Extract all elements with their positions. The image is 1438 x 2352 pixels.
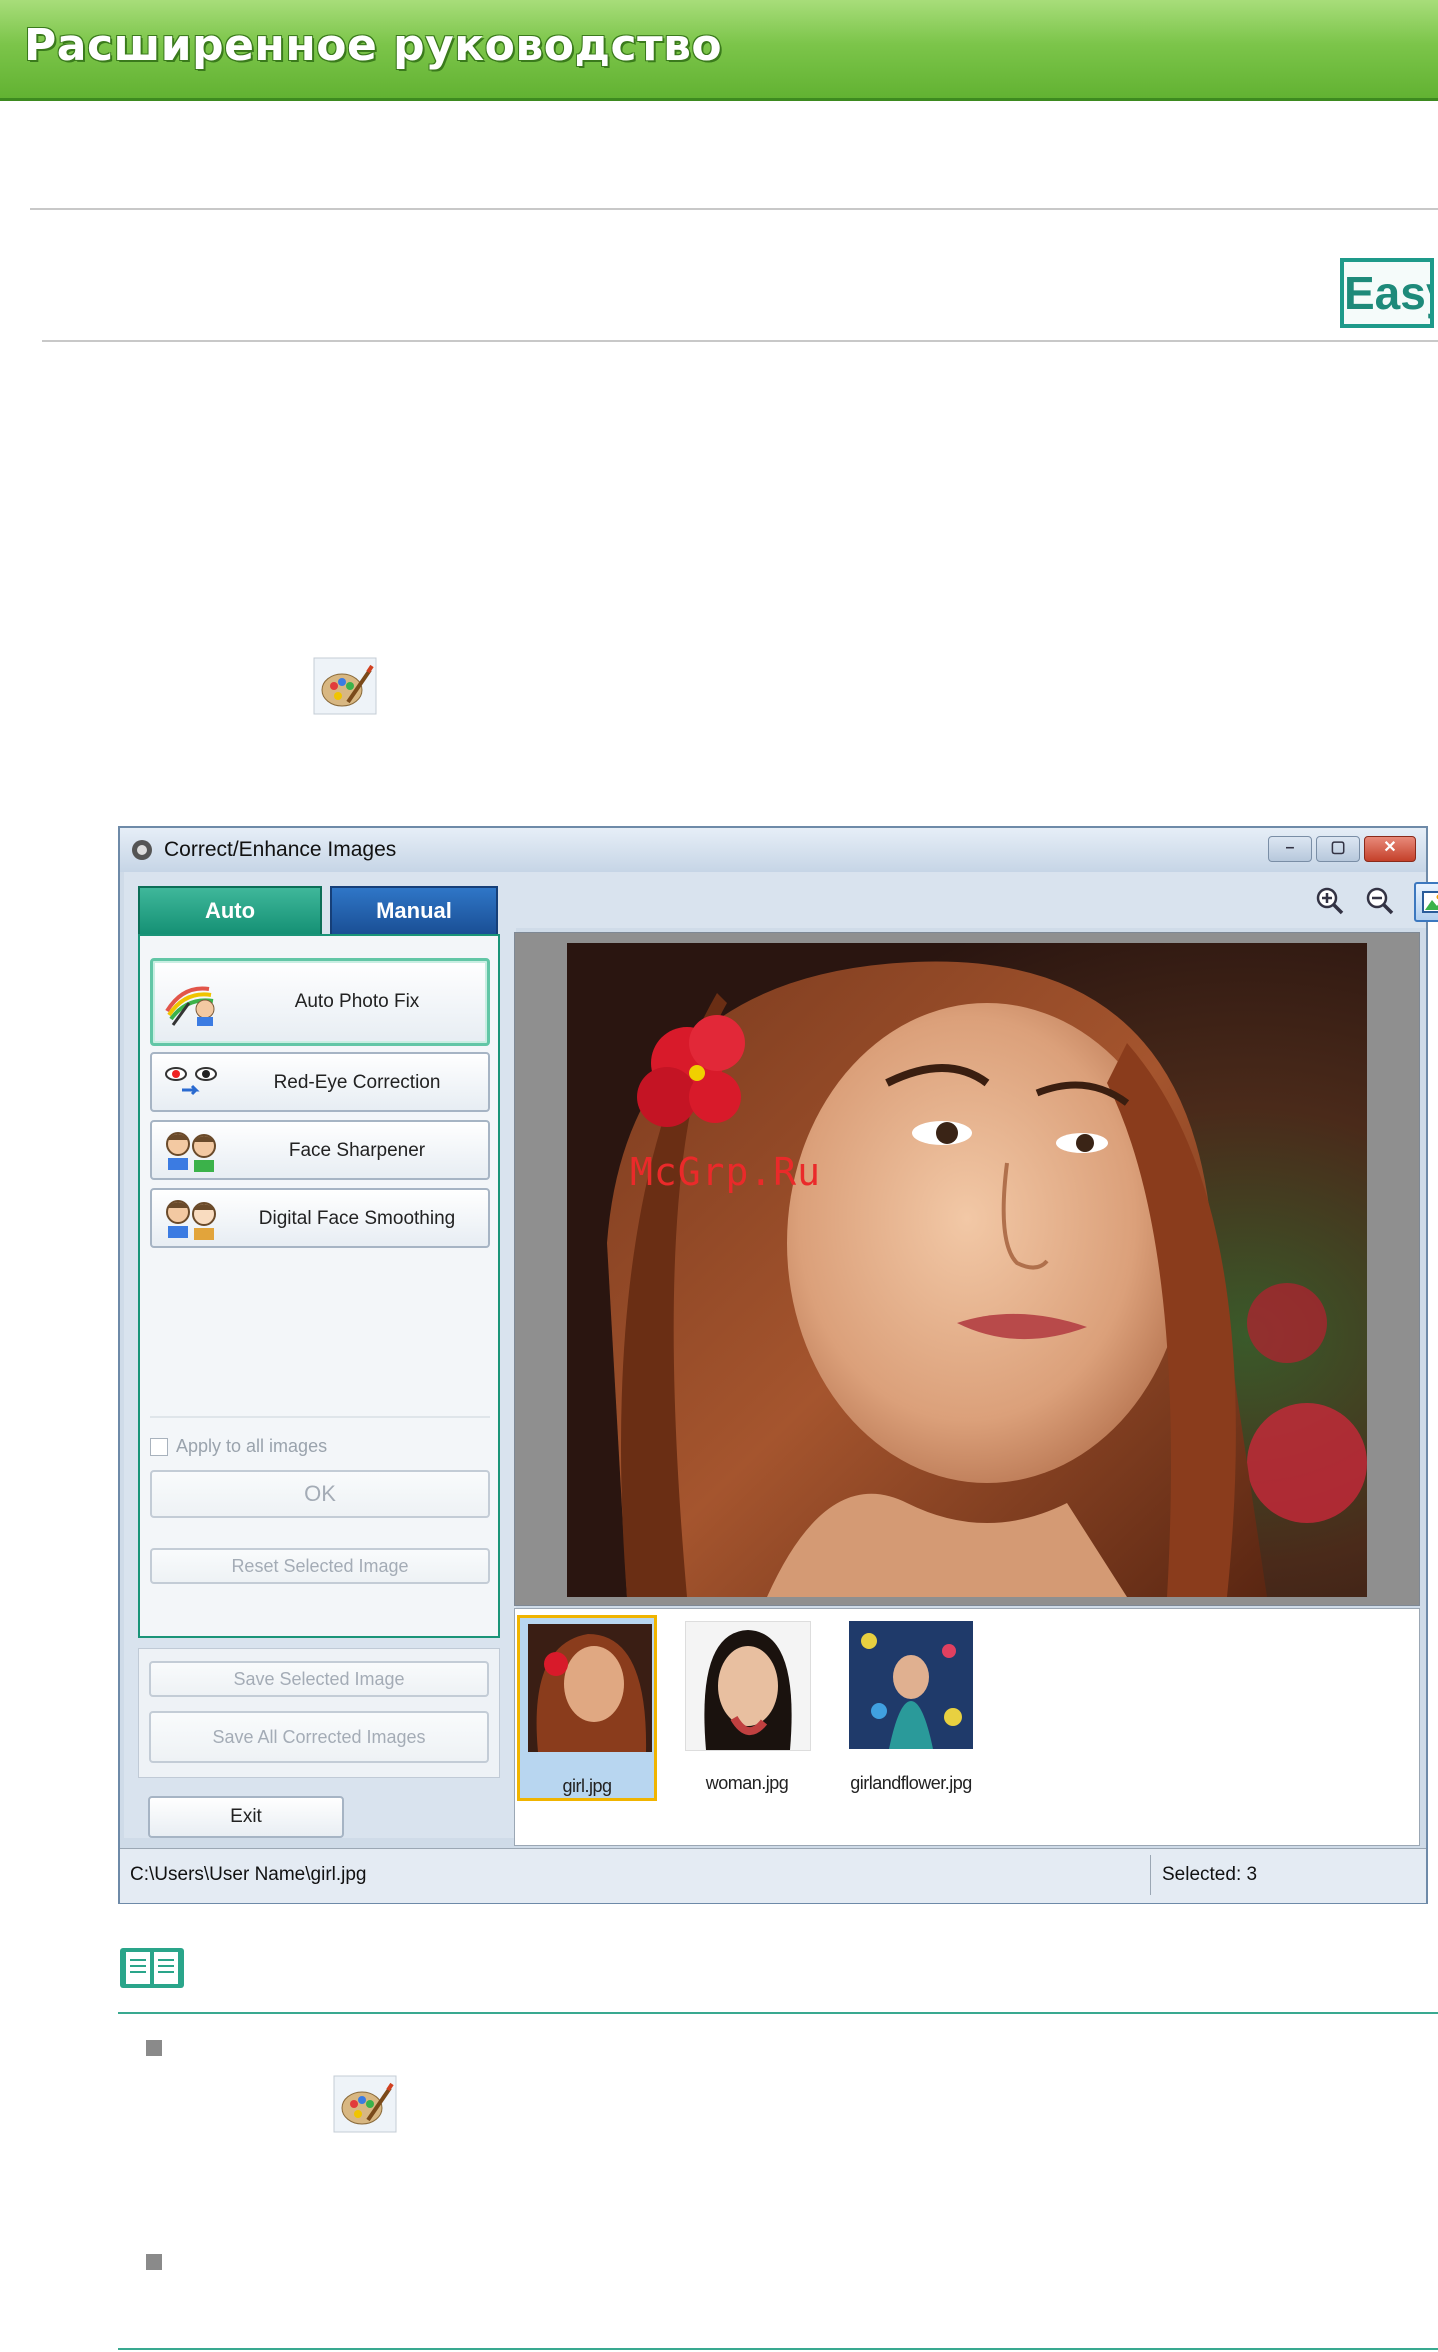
- status-file-path: C:\Users\User Name\girl.jpg: [130, 1864, 367, 1885]
- face-sharpener-label: Face Sharpener: [288, 1140, 426, 1161]
- auto-photo-fix-button[interactable]: Auto Photo Fix: [150, 958, 490, 1046]
- auto-photo-fix-label: Auto Photo Fix: [294, 991, 420, 1012]
- thumbnail-strip: girl.jpg woman.jpg girlandflower.jpg: [514, 1608, 1420, 1846]
- zoom-out-icon: [1366, 887, 1394, 915]
- auto-photo-fix-icon: [165, 986, 215, 1026]
- bottom-divider: [118, 2348, 1438, 2350]
- thumbnail-girl[interactable]: girl.jpg: [517, 1615, 657, 1801]
- thumbnail-girlandflower-image: [849, 1621, 973, 1749]
- left-panel: Auto Manual Auto Photo Fix Red-Eye Corre…: [124, 872, 516, 1838]
- note-divider: [118, 2012, 1438, 2014]
- auto-tab-panel: Auto Photo Fix Red-Eye Correction Face S…: [138, 934, 500, 1638]
- thumbnail-girlandflower[interactable]: girlandflower.jpg: [841, 1615, 981, 1801]
- apply-to-all-checkbox[interactable]: [150, 1438, 168, 1456]
- save-selected-image-button[interactable]: Save Selected Image: [149, 1661, 489, 1697]
- thumbnail-woman-image: [685, 1621, 811, 1751]
- digital-face-smoothing-label: Digital Face Smoothing: [258, 1208, 456, 1229]
- whole-image-view-button[interactable]: [1414, 882, 1438, 922]
- save-all-corrected-images-button[interactable]: Save All Corrected Images: [149, 1711, 489, 1763]
- divider-top: [30, 208, 1438, 210]
- tab-auto[interactable]: Auto: [138, 886, 322, 936]
- header-title: Расширенное руководство: [24, 20, 723, 71]
- thumbnail-woman[interactable]: woman.jpg: [677, 1615, 817, 1801]
- thumbnail-girlandflower-label: girlandflower.jpg: [850, 1773, 972, 1793]
- preview-toolbar: [516, 872, 1438, 928]
- image-preview-area[interactable]: [514, 932, 1420, 1606]
- app-icon: [132, 840, 152, 860]
- digital-face-smoothing-button[interactable]: Digital Face Smoothing: [150, 1188, 490, 1248]
- note-bullet-1: [146, 2040, 162, 2056]
- zoom-in-icon: [1316, 887, 1344, 915]
- close-button[interactable]: ✕: [1364, 836, 1416, 862]
- thumbnail-woman-label: woman.jpg: [705, 1773, 789, 1793]
- apply-to-all-label: Apply to all images: [176, 1436, 328, 1456]
- divider-second: [42, 340, 1438, 342]
- easy-badge: Easy: [1340, 258, 1434, 328]
- thumbnail-girl-label: girl.jpg: [562, 1776, 612, 1796]
- note-book-icon: [120, 1948, 184, 1988]
- face-sharpener-icon: [166, 1132, 216, 1172]
- zoom-in-button[interactable]: [1310, 882, 1350, 922]
- maximize-button[interactable]: ▢: [1316, 836, 1360, 862]
- face-smoothing-icon: [166, 1200, 216, 1240]
- status-bar: C:\Users\User Name\girl.jpg Selected: 3: [120, 1848, 1426, 1903]
- zoom-out-button[interactable]: [1360, 882, 1400, 922]
- reset-selected-image-button[interactable]: Reset Selected Image: [150, 1548, 490, 1584]
- header-banner: Расширенное руководство: [0, 0, 1438, 101]
- exit-button[interactable]: Exit: [148, 1796, 344, 1838]
- ok-button[interactable]: OK: [150, 1470, 490, 1518]
- watermark: McGrp.Ru: [630, 1150, 822, 1194]
- window-title: Correct/Enhance Images: [164, 838, 397, 861]
- thumbnail-girl-image: [528, 1624, 652, 1752]
- correct-enhance-window: Correct/Enhance Images – ▢ ✕ Auto Manual…: [118, 826, 1438, 1904]
- save-group: Save Selected Image Save All Corrected I…: [138, 1648, 500, 1778]
- status-selected-count: Selected: 3: [1162, 1864, 1258, 1885]
- panel-divider: [150, 1416, 490, 1418]
- status-separator: [1150, 1855, 1151, 1895]
- tab-manual[interactable]: Manual: [330, 886, 498, 936]
- note-bullet-2: [146, 2254, 162, 2270]
- red-eye-correction-label: Red-Eye Correction: [273, 1072, 441, 1093]
- red-eye-icon: [165, 1067, 217, 1096]
- palette-icon-note: [333, 2075, 397, 2133]
- red-eye-correction-button[interactable]: Red-Eye Correction: [150, 1052, 490, 1112]
- palette-icon: [313, 657, 377, 715]
- window-titlebar[interactable]: Correct/Enhance Images – ▢ ✕: [120, 828, 1426, 872]
- minimize-button[interactable]: –: [1268, 836, 1312, 862]
- face-sharpener-button[interactable]: Face Sharpener: [150, 1120, 490, 1180]
- preview-photo: [567, 943, 1367, 1597]
- image-view-icon: [1422, 891, 1438, 913]
